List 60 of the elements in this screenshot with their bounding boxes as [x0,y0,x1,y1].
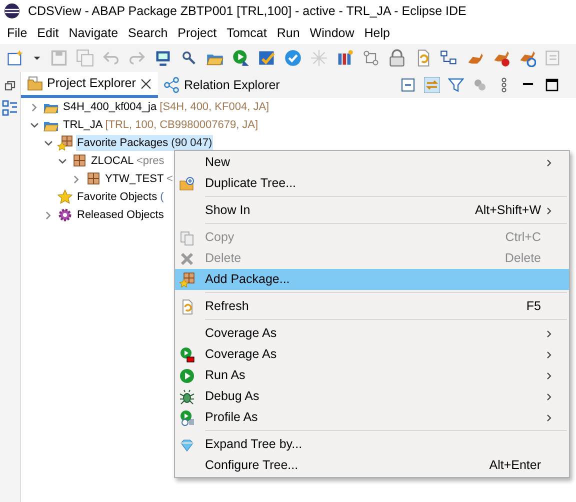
bug-icon [179,388,195,404]
tree-item[interactable]: Released Objects [76,206,165,224]
collapse-all-icon[interactable] [400,77,416,93]
run-icon [179,368,195,384]
run-icon[interactable] [232,49,250,67]
menu-item[interactable]: Show In Alt+Shift+W [175,200,569,221]
menu-item[interactable]: File [2,24,32,42]
package-star-icon [179,272,195,288]
tree-icon[interactable] [440,49,458,67]
menu-item[interactable]: Run [272,24,305,42]
menu-item[interactable]: Debug As [175,386,569,407]
new-icon[interactable] [6,49,24,67]
gear-icon [57,207,73,223]
close-icon[interactable] [140,78,152,90]
lock-icon[interactable] [388,49,406,67]
menu-item[interactable]: Duplicate Tree... [175,173,569,194]
filter-icon[interactable] [448,77,464,93]
tree-item[interactable]: TRL_JA [TRL, 100, CB9980007679, JA] [62,116,260,134]
network-icon [164,77,180,93]
profile-icon [179,410,195,426]
copy-icon [179,230,195,246]
eclipse-logo-icon [4,3,20,19]
monitor-icon[interactable] [154,49,172,67]
menu-item[interactable]: Search [123,24,173,42]
tree-item[interactable]: S4H_400_kf004_ja [S4H, 400, KF004, JA] [62,98,270,116]
outline-icon[interactable] [2,100,18,116]
menu-item[interactable]: Edit [32,24,64,42]
menu-item[interactable]: Configure Tree... Alt+Enter [175,455,569,476]
star-icon [57,189,73,205]
window-title: CDSView - ABAP Package ZBTP001 [TRL,100] - active - TRL_JA - Eclipse IDE [28,2,466,20]
package-icon [85,171,101,187]
menu-item[interactable]: Help [359,24,395,42]
tree-item[interactable]: YTW_TEST < [104,170,174,188]
menu-item[interactable]: Window [304,24,360,42]
menu-item[interactable]: Coverage As [175,344,569,365]
tree-item[interactable]: Favorite Objects ( [76,188,165,206]
coverage-icon [179,346,195,362]
menu-item[interactable]: Navigate [64,24,124,42]
menu-item[interactable]: Refresh F5 [175,296,569,317]
books-icon[interactable] [336,49,354,67]
check-icon[interactable] [284,49,302,67]
menu-item[interactable]: Project [172,24,222,42]
diagram-icon[interactable] [362,49,380,67]
maximize-icon[interactable] [544,77,560,93]
gem-icon [179,436,195,452]
tree-item[interactable]: Favorite Packages (90 047) [76,134,214,152]
menu-item[interactable]: Add Package... [175,269,569,290]
menu-item[interactable]: Expand Tree by... [175,434,569,455]
package-star-icon [57,135,73,151]
view-tab[interactable]: Project Explorer [21,72,158,98]
delete-icon [179,250,195,266]
package-icon [71,153,87,169]
menu-item[interactable]: Profile As [175,407,569,428]
menu-item[interactable]: Tomcat [222,24,272,42]
view-tab[interactable]: Relation Explorer [158,72,286,98]
menu-item[interactable]: Run As [175,365,569,386]
tree-item[interactable]: ZLOCAL <pres [90,152,166,170]
menu-item[interactable]: Coverage As [175,323,569,344]
menu-item[interactable]: New [175,152,569,173]
restore-icon[interactable] [4,80,16,92]
